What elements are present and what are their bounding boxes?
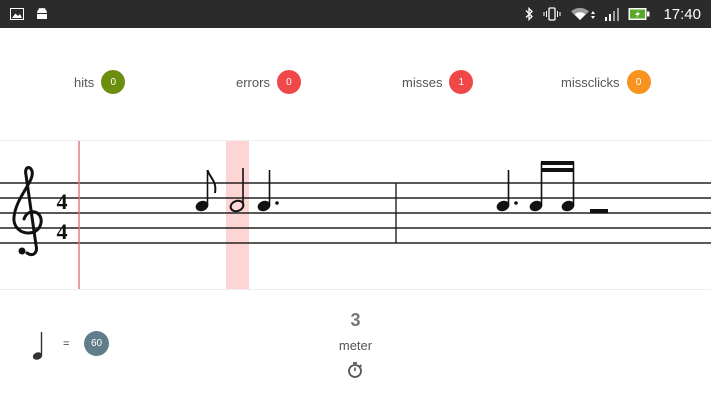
stat-badge: 0 <box>101 70 126 94</box>
stat-label: missclicks <box>561 74 620 90</box>
stat-misses: misses 1 <box>402 70 474 94</box>
stat-hits: hits 0 <box>74 70 126 94</box>
status-bar: 17:40 <box>0 0 711 28</box>
stat-label: hits <box>74 74 95 90</box>
dotted-quarter-note[interactable] <box>256 170 279 213</box>
wifi-icon <box>570 7 596 21</box>
treble-clef-icon <box>12 166 43 257</box>
clock: 17:40 <box>663 5 701 23</box>
stat-label: misses <box>402 74 443 90</box>
eighth-note[interactable] <box>194 169 217 213</box>
stopwatch-icon[interactable] <box>346 361 364 384</box>
time-signature-bottom: 4 <box>57 219 68 244</box>
vibrate-icon <box>543 7 561 21</box>
meter-label: meter <box>338 338 373 353</box>
stat-label: errors <box>236 74 270 90</box>
stat-errors: errors 0 <box>236 70 301 94</box>
image-icon <box>10 8 24 20</box>
quarter-note-icon <box>30 330 48 367</box>
current-beat-highlight <box>226 141 249 289</box>
sixteenth-notes[interactable] <box>528 161 576 213</box>
android-icon <box>36 7 48 21</box>
rest <box>590 209 608 214</box>
bottom-panel: = 60 3 meter <box>0 290 711 400</box>
dotted-quarter-note[interactable] <box>495 170 518 213</box>
stat-badge: 0 <box>276 70 301 94</box>
bluetooth-icon <box>525 7 534 21</box>
stats-bar: hits 0 errors 0 misses 1 missclicks 0 <box>0 58 711 110</box>
score-area[interactable]: 4 4 <box>0 140 711 290</box>
time-signature-top: 4 <box>57 189 68 214</box>
stat-missclicks: missclicks 0 <box>561 70 651 94</box>
tempo-equals: = <box>63 338 70 350</box>
battery-charging-icon <box>628 7 650 21</box>
signal-icon <box>605 7 620 21</box>
stat-badge: 1 <box>449 70 474 94</box>
meter-count: 3 <box>350 310 361 330</box>
tempo-bpm-button[interactable]: 60 <box>84 331 109 356</box>
stat-badge: 0 <box>626 70 651 94</box>
music-staff[interactable]: 4 4 <box>0 141 711 289</box>
